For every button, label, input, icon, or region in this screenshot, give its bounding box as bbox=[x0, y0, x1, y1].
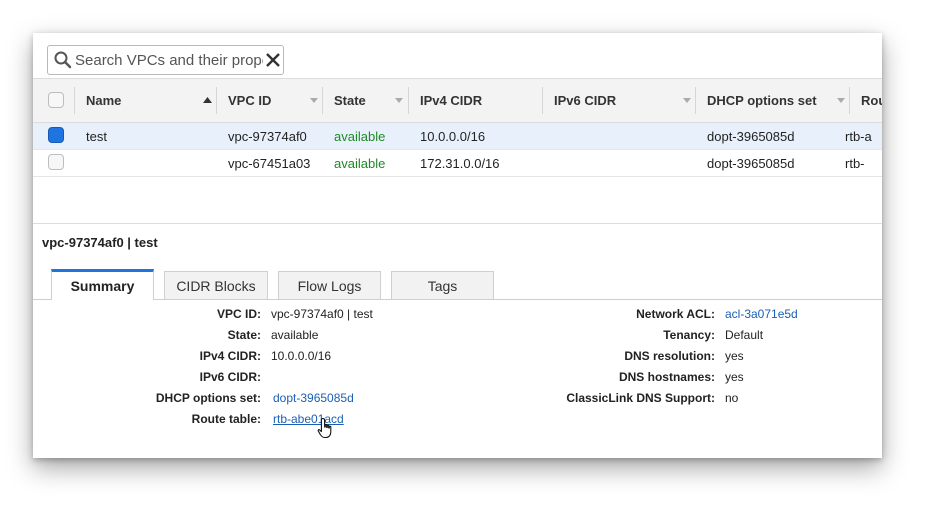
column-header-route-table[interactable]: Rou bbox=[861, 79, 882, 122]
select-all-checkbox[interactable] bbox=[48, 92, 64, 108]
chevron-down-icon[interactable] bbox=[395, 98, 403, 103]
chevron-down-icon[interactable] bbox=[310, 98, 318, 103]
column-divider bbox=[542, 87, 543, 114]
property-value: available bbox=[271, 328, 319, 342]
property-value: 10.0.0.0/16 bbox=[271, 349, 332, 363]
detail-title: vpc-97374af0 | test bbox=[42, 235, 158, 250]
property-label: VPC ID: bbox=[216, 307, 261, 321]
tabs-divider bbox=[33, 299, 882, 300]
chevron-down-icon[interactable] bbox=[837, 98, 845, 103]
property-dns-hostnames: DNS hostnames: yes bbox=[453, 368, 882, 389]
tab-cidr-blocks[interactable]: CIDR Blocks bbox=[164, 271, 268, 299]
close-icon[interactable] bbox=[265, 52, 281, 68]
dhcp-options-link[interactable]: dopt-3965085d bbox=[273, 391, 354, 405]
row-checkbox[interactable] bbox=[48, 127, 64, 143]
property-dhcp-options-set: DHCP options set: dopt-3965085d bbox=[33, 389, 453, 410]
property-label: ClassicLink DNS Support: bbox=[566, 391, 715, 405]
cell-route-table: rtb- bbox=[845, 155, 865, 171]
column-header-ipv4-cidr[interactable]: IPv4 CIDR bbox=[420, 79, 482, 122]
column-divider bbox=[408, 87, 409, 114]
table-empty-area bbox=[33, 177, 882, 224]
property-label: Tenancy: bbox=[663, 328, 715, 342]
column-header-state[interactable]: State bbox=[334, 79, 366, 122]
chevron-down-icon[interactable] bbox=[683, 98, 691, 103]
column-header-name[interactable]: Name bbox=[86, 79, 121, 122]
property-label: DNS hostnames: bbox=[618, 370, 715, 384]
property-value: yes bbox=[725, 370, 744, 384]
cell-ipv4-cidr: 172.31.0.0/16 bbox=[420, 155, 500, 171]
table-row[interactable]: vpc-67451a03 available 172.31.0.0/16 dop… bbox=[33, 150, 882, 177]
row-checkbox[interactable] bbox=[48, 154, 64, 170]
tab-tags[interactable]: Tags bbox=[391, 271, 494, 299]
cell-dhcp-options-set: dopt-3965085d bbox=[707, 128, 795, 144]
property-ipv6-cidr: IPv6 CIDR: bbox=[33, 368, 453, 389]
table-row[interactable]: test vpc-97374af0 available 10.0.0.0/16 … bbox=[33, 123, 882, 150]
hand-cursor-icon bbox=[317, 417, 332, 439]
tab-summary[interactable]: Summary bbox=[51, 269, 154, 300]
table-header: Name VPC ID State IPv4 CIDR IPv6 CIDR DH… bbox=[33, 78, 882, 123]
property-label: IPv4 CIDR: bbox=[199, 349, 261, 363]
detail-tabs: Summary CIDR Blocks Flow Logs Tags bbox=[33, 269, 882, 300]
column-header-dhcp-options-set[interactable]: DHCP options set bbox=[707, 79, 817, 122]
property-label: Route table: bbox=[191, 412, 261, 426]
property-network-acl: Network ACL: acl-3a071e5d bbox=[453, 305, 882, 326]
column-divider bbox=[695, 87, 696, 114]
cell-route-table: rtb-a bbox=[845, 128, 872, 144]
column-header-ipv6-cidr[interactable]: IPv6 CIDR bbox=[554, 79, 616, 122]
column-divider bbox=[849, 87, 850, 114]
tab-flow-logs[interactable]: Flow Logs bbox=[278, 271, 381, 299]
search-input[interactable]: Search VPCs and their proper bbox=[75, 52, 263, 69]
summary-left-column: VPC ID: vpc-97374af0 | test State: avail… bbox=[33, 305, 453, 431]
property-label: DNS resolution: bbox=[624, 349, 715, 363]
cell-dhcp-options-set: dopt-3965085d bbox=[707, 155, 795, 171]
network-acl-link[interactable]: acl-3a071e5d bbox=[725, 307, 798, 321]
column-divider bbox=[216, 87, 217, 114]
property-label: State: bbox=[227, 328, 261, 342]
cell-name: test bbox=[86, 128, 107, 144]
column-divider bbox=[74, 87, 75, 114]
property-route-table: Route table: rtb-abe01acd bbox=[33, 410, 453, 431]
summary-right-column: Network ACL: acl-3a071e5d Tenancy: Defau… bbox=[453, 305, 882, 410]
vpc-table: Name VPC ID State IPv4 CIDR IPv6 CIDR DH… bbox=[33, 78, 882, 224]
property-state: State: available bbox=[33, 326, 453, 347]
property-vpc-id: VPC ID: vpc-97374af0 | test bbox=[33, 305, 453, 326]
vpc-console-window: Search VPCs and their proper Name VPC ID… bbox=[33, 33, 882, 458]
property-label: DHCP options set: bbox=[155, 391, 261, 405]
property-ipv4-cidr: IPv4 CIDR: 10.0.0.0/16 bbox=[33, 347, 453, 368]
property-value: Default bbox=[725, 328, 764, 342]
column-header-vpc-id[interactable]: VPC ID bbox=[228, 79, 271, 122]
cell-state: available bbox=[334, 128, 386, 144]
cell-vpc-id: vpc-97374af0 bbox=[228, 128, 307, 144]
cell-vpc-id: vpc-67451a03 bbox=[228, 155, 311, 171]
search-icon bbox=[54, 51, 72, 69]
property-dns-resolution: DNS resolution: yes bbox=[453, 347, 882, 368]
cell-ipv4-cidr: 10.0.0.0/16 bbox=[420, 128, 486, 144]
property-value: no bbox=[725, 391, 739, 405]
property-tenancy: Tenancy: Default bbox=[453, 326, 882, 347]
property-classiclink-dns-support: ClassicLink DNS Support: no bbox=[453, 389, 882, 410]
property-value: yes bbox=[725, 349, 744, 363]
property-value: vpc-97374af0 | test bbox=[271, 307, 373, 321]
search-box[interactable]: Search VPCs and their proper bbox=[47, 45, 284, 75]
property-label: IPv6 CIDR: bbox=[199, 370, 261, 384]
column-divider bbox=[322, 87, 323, 114]
property-label: Network ACL: bbox=[636, 307, 715, 321]
sort-ascending-icon[interactable] bbox=[203, 97, 212, 103]
cell-state: available bbox=[334, 155, 386, 171]
